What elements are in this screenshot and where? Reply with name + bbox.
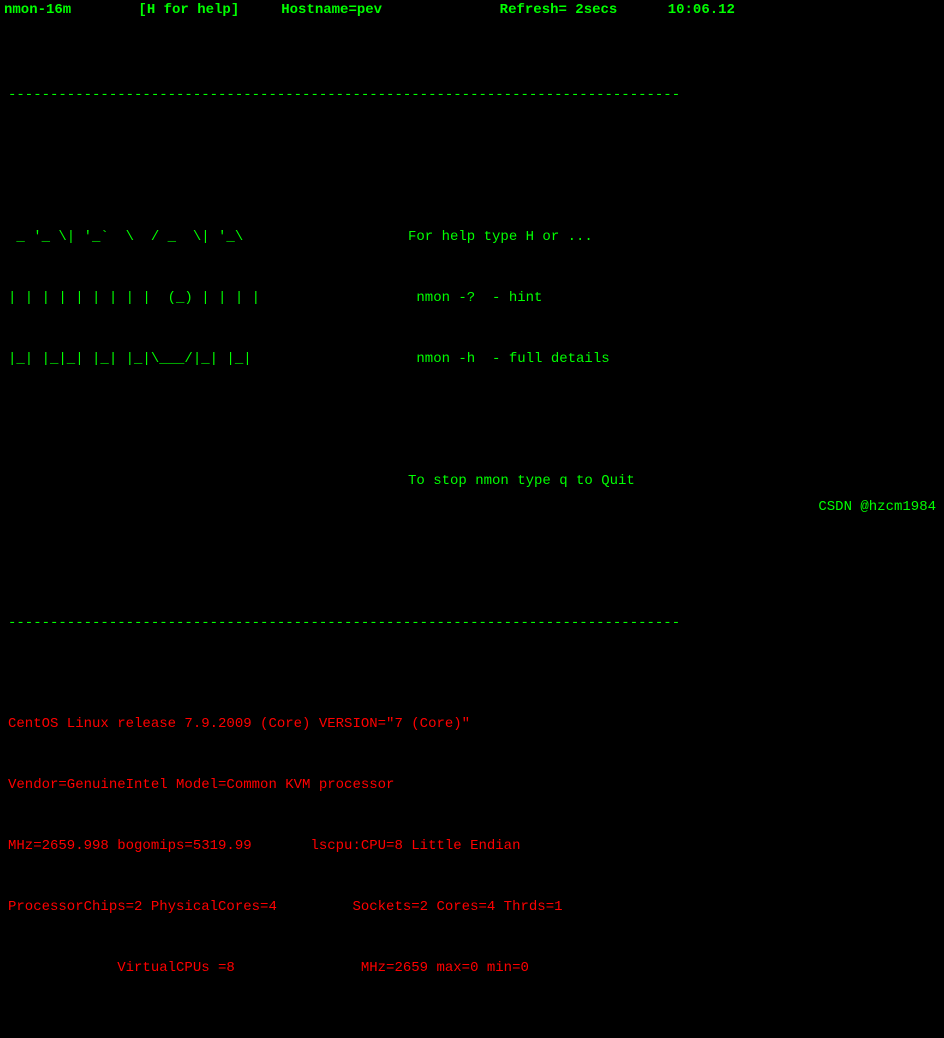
sysinfo-line-1: CentOS Linux release 7.9.2009 (Core) VER… <box>8 714 936 734</box>
help-line-5: To stop nmon type q to Quit <box>408 471 635 491</box>
art-line-1: _ '_ \| '_` \ / _ \| '_\ <box>8 227 388 247</box>
header-bar: nmon-16m [H for help] Hostname=pev Refre… <box>0 0 944 20</box>
divider-2: ----------------------------------------… <box>8 613 936 633</box>
help-line-4 <box>408 410 635 430</box>
sysinfo-line-2: Vendor=GenuineIntel Model=Common KVM pro… <box>8 775 936 795</box>
art-help-row: _ '_ \| '_` \ / _ \| '_\ | | | | | | | |… <box>8 186 936 531</box>
ascii-art: _ '_ \| '_` \ / _ \| '_\ | | | | | | | |… <box>8 186 388 531</box>
help-line-2: nmon -? - hint <box>408 288 635 308</box>
sysinfo-line-4: ProcessorChips=2 PhysicalCores=4 Sockets… <box>8 897 936 917</box>
sysinfo-line-5: VirtualCPUs =8 MHz=2659 max=0 min=0 <box>8 958 936 978</box>
help-line-3: nmon -h - full details <box>408 349 635 369</box>
help-text: For help type H or ... nmon -? - hint nm… <box>408 186 635 531</box>
divider-1: ----------------------------------------… <box>8 85 936 105</box>
art-line-3: |_| |_|_| |_| |_|\___/|_| |_| <box>8 349 388 369</box>
art-line-2: | | | | | | | | | (_) | | | | <box>8 288 388 308</box>
watermark: CSDN @hzcm1984 <box>818 499 936 515</box>
main-content: ----------------------------------------… <box>0 20 944 1038</box>
help-line-1: For help type H or ... <box>408 227 635 247</box>
sysinfo-line-3: MHz=2659.998 bogomips=5319.99 lscpu:CPU=… <box>8 836 936 856</box>
terminal: nmon-16m [H for help] Hostname=pev Refre… <box>0 0 944 519</box>
